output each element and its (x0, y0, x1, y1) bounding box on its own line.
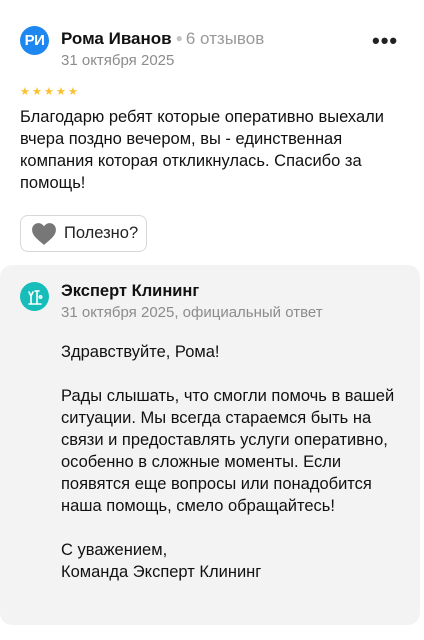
separator-dot: ● (175, 31, 183, 45)
star-icon: ★ (20, 86, 30, 98)
reply-body: Здравствуйте, Рома! Рады слышать, что см… (61, 341, 401, 583)
reply-greeting: Здравствуйте, Рома! (61, 343, 220, 361)
reply-signoff: С уважением, Команда Эксперт Клининг (61, 539, 401, 583)
reply-meta: 31 октября 2025, официальный ответ (61, 304, 323, 321)
helpful-label: Полезно? (64, 224, 139, 242)
review-date: 31 октября 2025 (61, 52, 175, 69)
author-avatar[interactable]: РИ (20, 26, 49, 55)
star-icon: ★ (32, 86, 42, 98)
star-icon: ★ (56, 86, 66, 98)
author-name[interactable]: Рома Иванов (61, 29, 172, 48)
rating-stars: ★ ★ ★ ★ ★ (20, 87, 80, 98)
star-icon: ★ (44, 86, 54, 98)
more-dots-icon[interactable]: ••• (372, 30, 398, 52)
signoff-line-2: Команда Эксперт Клининг (61, 563, 262, 581)
heart-icon (32, 222, 56, 245)
helpful-button[interactable]: Полезно? (20, 215, 147, 252)
signoff-line-1: С уважением, (61, 541, 168, 559)
cleaning-logo-icon (27, 289, 43, 305)
review-text: Благодарю ребят которые оперативно выеха… (20, 108, 384, 192)
star-icon: ★ (68, 86, 78, 98)
company-name[interactable]: Эксперт Клининг (61, 282, 199, 301)
review-author: Рома Иванов ● 6 отзывов (61, 29, 264, 49)
reviews-count: 6 отзывов (185, 29, 265, 48)
reply-text: Рады слышать, что смогли помочь в вашей … (61, 387, 395, 515)
company-logo[interactable] (20, 282, 49, 311)
